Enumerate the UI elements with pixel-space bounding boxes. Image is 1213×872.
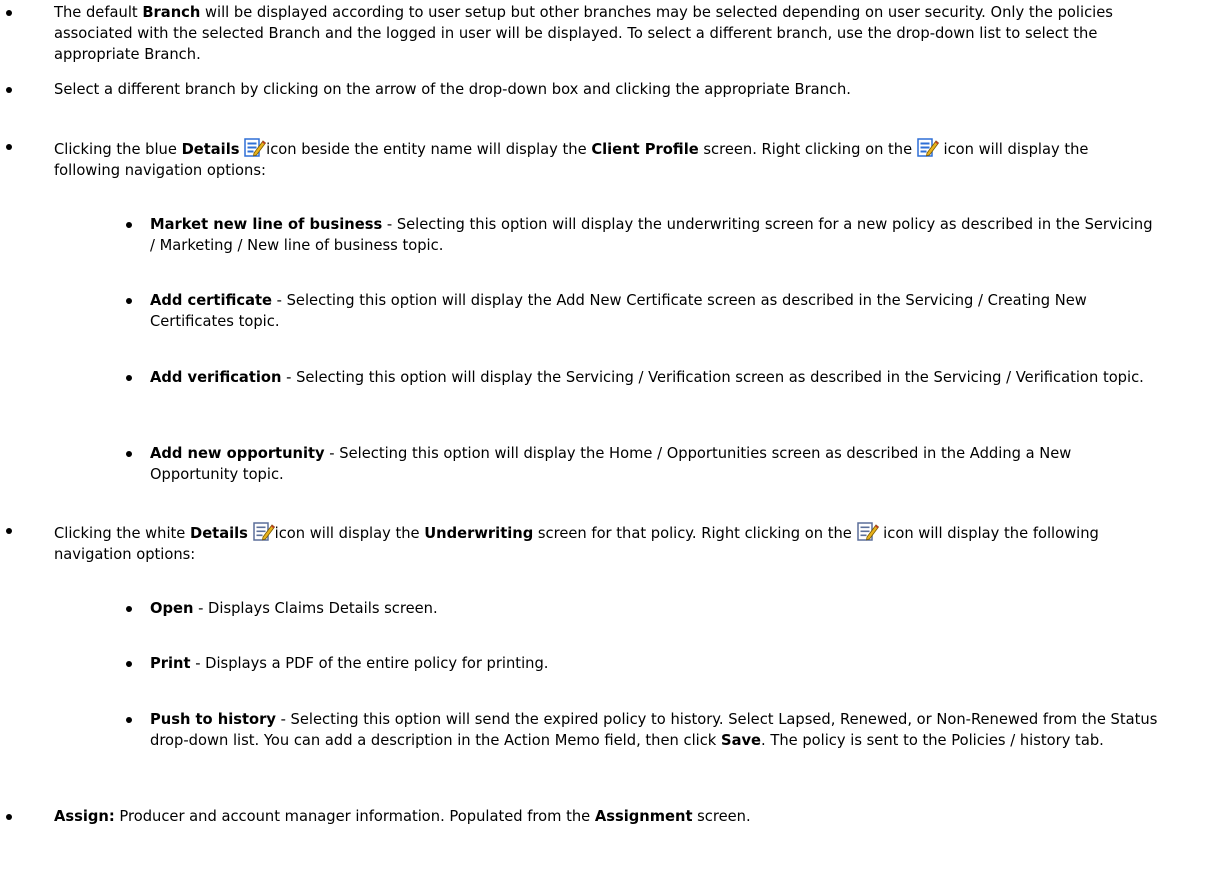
term-assignment: Assignment [594, 808, 693, 825]
bullet [6, 814, 12, 820]
bullet [6, 87, 12, 93]
bullet [6, 528, 12, 534]
list-item-select-branch: Select a different branch by clicking on… [6, 79, 1154, 100]
list-item-branch: The default Branch will be displayed acc… [6, 2, 1154, 65]
list-item-market-new-line: Market new line of business - Selecting … [126, 214, 1160, 256]
bullet [126, 375, 132, 381]
bullet [126, 717, 132, 723]
list-item-assign: Assign: Producer and account manager inf… [6, 806, 1154, 827]
bullet [126, 298, 132, 304]
help-document: The default Branch will be displayed acc… [0, 0, 1213, 872]
bullet [126, 606, 132, 612]
details-edit-icon-blue[interactable] [244, 136, 266, 158]
bullet [6, 10, 12, 16]
term-save: Save [720, 732, 762, 749]
term-client-profile: Client Profile [591, 141, 699, 158]
details-edit-icon-white[interactable] [857, 520, 879, 542]
list-item-add-verification: Add verification - Selecting this option… [126, 367, 1160, 388]
term-details: Details [190, 525, 248, 542]
list-item-add-certificate: Add certificate - Selecting this option … [126, 290, 1160, 332]
term-details: Details [181, 141, 240, 158]
term-underwriting: Underwriting [424, 525, 534, 542]
list-item-white-details: Clicking the white Details icon will dis… [6, 520, 1154, 565]
details-edit-icon-white[interactable] [253, 520, 275, 542]
bullet [126, 661, 132, 667]
list-item-open: Open - Displays Claims Details screen. [126, 598, 1160, 619]
bullet [126, 451, 132, 457]
bullet [126, 222, 132, 228]
bullet [6, 144, 12, 150]
list-item-push-to-history: Push to history - Selecting this option … [126, 709, 1160, 751]
list-item-add-new-opportunity: Add new opportunity - Selecting this opt… [126, 443, 1160, 485]
term-branch: Branch [142, 4, 201, 21]
list-item-blue-details: Clicking the blue Details icon beside th… [6, 136, 1154, 181]
list-item-print: Print - Displays a PDF of the entire pol… [126, 653, 1160, 674]
details-edit-icon-blue[interactable] [917, 136, 939, 158]
